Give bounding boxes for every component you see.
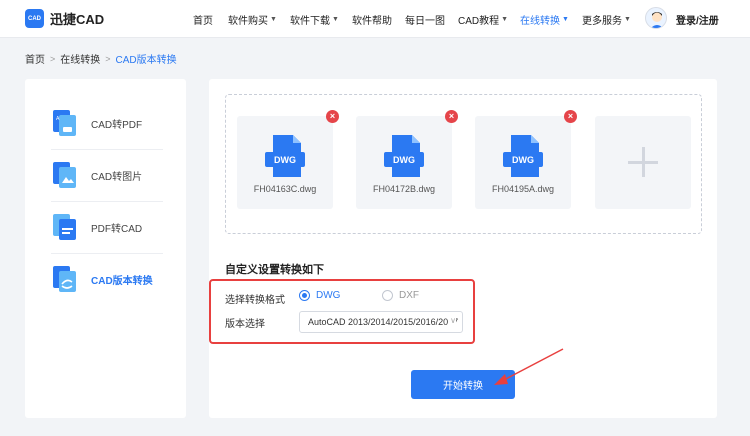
annotation-arrow bbox=[494, 348, 564, 385]
